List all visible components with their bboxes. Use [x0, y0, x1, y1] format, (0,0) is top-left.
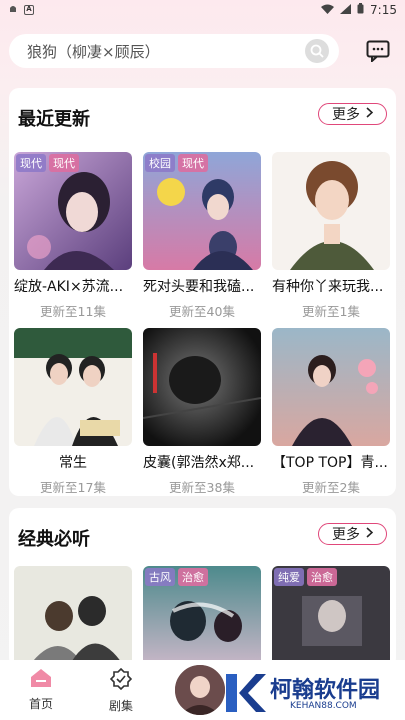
- watermark-brand: 柯翰软件园: [270, 678, 381, 703]
- tag-list: 现代 现代: [16, 154, 79, 172]
- item-progress: 更新至2集: [302, 480, 360, 495]
- cover-image: 校园 现代: [143, 152, 261, 270]
- message-icon[interactable]: [366, 40, 390, 64]
- drama-icon: [96, 667, 146, 693]
- search-row: 狼狗（柳凄×顾辰）: [0, 34, 405, 70]
- tag-list: 纯爱 治愈: [274, 568, 337, 586]
- recent-updates-section: 最近更新 更多 现代 现代 绽放-AKI×苏流... 更新至11集 校园 现代 …: [9, 88, 396, 496]
- now-playing-avatar[interactable]: [172, 662, 228, 718]
- wifi-icon: [321, 4, 335, 17]
- tag-list: 古风 治愈: [145, 568, 208, 586]
- section-title: 最近更新: [18, 109, 90, 130]
- section-title: 经典必听: [18, 529, 90, 550]
- watermark-logo: 柯翰软件园 KEHAN88.COM: [226, 670, 401, 718]
- classic-section: 经典必听 更多 古风 治愈 纯爱 治愈: [9, 508, 396, 668]
- item-title: 【TOP TOP】青...: [272, 455, 388, 471]
- item-progress: 更新至38集: [169, 480, 235, 495]
- item-title: 绽放-AKI×苏流...: [14, 279, 124, 295]
- notification-icon: [8, 3, 18, 17]
- cover-image: 现代 现代: [14, 152, 132, 270]
- tag-list: 校园 现代: [145, 154, 208, 172]
- cover-image: [272, 152, 390, 270]
- genre-tag: 纯爱: [274, 568, 304, 586]
- more-button[interactable]: 更多: [318, 523, 387, 545]
- item-title: 有种你丫来玩我...: [272, 279, 384, 295]
- app-notification-icon: A: [24, 5, 34, 15]
- home-icon: [16, 668, 66, 691]
- item-progress: 更新至17集: [40, 480, 106, 495]
- item-title: 皮囊(郭浩然x郑...: [143, 455, 255, 471]
- search-text: 狼狗（柳凄×顾辰）: [27, 42, 160, 61]
- clock: 7:15: [370, 3, 397, 17]
- cover-image: [14, 328, 132, 446]
- battery-icon: [357, 3, 364, 17]
- search-icon[interactable]: [305, 39, 329, 63]
- watermark-url: KEHAN88.COM: [290, 701, 357, 711]
- cover-image: 纯爱 治愈: [272, 566, 390, 666]
- section-header: 最近更新 更多: [9, 88, 396, 138]
- item-progress: 更新至11集: [40, 304, 106, 319]
- cover-image: [143, 328, 261, 446]
- search-input[interactable]: 狼狗（柳凄×顾辰）: [9, 34, 339, 68]
- genre-tag: 现代: [178, 154, 208, 172]
- item-title: 常生: [59, 455, 87, 471]
- item-progress: 更新至1集: [302, 304, 360, 319]
- item-progress: 更新至40集: [169, 304, 235, 319]
- genre-tag: 古风: [145, 568, 175, 586]
- cover-image: 古风 治愈: [143, 566, 261, 666]
- chevron-right-icon: [366, 526, 374, 542]
- genre-tag: 治愈: [178, 568, 208, 586]
- status-bar: A 7:15: [0, 0, 405, 20]
- section-header: 经典必听 更多: [9, 508, 396, 558]
- genre-tag: 现代: [49, 154, 79, 172]
- tab-home-label: 首页: [28, 697, 53, 711]
- tab-drama-label: 剧集: [108, 699, 133, 713]
- signal-icon: [340, 3, 352, 17]
- item-title: 死对头要和我磕...: [143, 279, 255, 295]
- tab-home[interactable]: 首页: [16, 668, 66, 712]
- genre-tag: 现代: [16, 154, 46, 172]
- genre-tag: 校园: [145, 154, 175, 172]
- watermark-k-icon: [226, 674, 266, 716]
- chevron-right-icon: [366, 106, 374, 122]
- more-button[interactable]: 更多: [318, 103, 387, 125]
- genre-tag: 治愈: [307, 568, 337, 586]
- tab-drama[interactable]: 剧集: [96, 667, 146, 714]
- cover-image: [14, 566, 132, 666]
- cover-image: [272, 328, 390, 446]
